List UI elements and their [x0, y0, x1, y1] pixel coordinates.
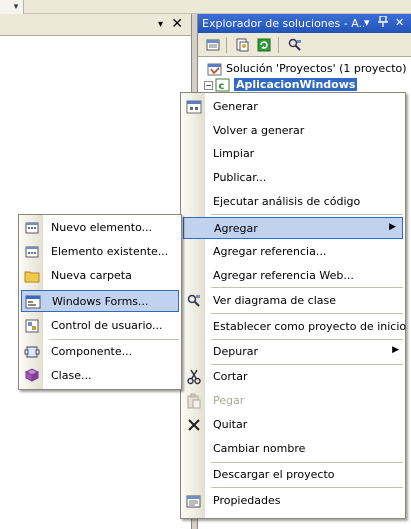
submenu-item-windows-forms[interactable]: Windows Forms... [21, 290, 179, 312]
class-diagram-icon [186, 293, 202, 309]
menu-item-label: Agregar referencia... [213, 245, 327, 258]
solution-explorer-title: Explorador de soluciones - A... [202, 17, 364, 30]
properties-icon [186, 493, 202, 509]
project-icon: c [215, 78, 231, 92]
menu-separator [211, 214, 403, 215]
panel-close-icon[interactable]: ✕ [171, 16, 183, 32]
toolbar-separator [278, 37, 279, 53]
menu-item-descargar-proyecto[interactable]: Descargar el proyecto [181, 464, 405, 486]
add-submenu: Nuevo elemento... Elemento existente... … [18, 214, 182, 390]
left-panel-header: ▾ ✕ [0, 14, 191, 36]
window-position-dropdown-icon[interactable]: ▾ [364, 16, 370, 29]
menu-separator [211, 364, 403, 365]
menu-item-label: Cambiar nombre [213, 442, 306, 455]
menu-item-pegar[interactable]: Pegar [181, 390, 405, 412]
menu-item-label: Nuevo elemento... [51, 221, 153, 234]
delete-x-icon [186, 417, 202, 433]
solution-icon [207, 62, 223, 76]
submenu-item-clase[interactable]: Clase... [19, 365, 181, 387]
project-context-menu: Generar Volver a generar Limpiar Publica… [180, 92, 406, 519]
tree-row-solution[interactable]: Solución 'Proyectos' (1 proyecto) [207, 62, 407, 78]
menu-separator [211, 339, 403, 340]
svg-text:c: c [219, 81, 225, 92]
view-class-diagram-icon[interactable] [287, 37, 303, 53]
solution-label: Solución 'Proyectos' (1 proyecto) [226, 62, 407, 75]
menu-item-label: Agregar [214, 222, 258, 235]
collapse-toggle-icon[interactable]: − [204, 80, 213, 90]
menu-separator [49, 339, 179, 340]
menu-separator [211, 487, 403, 488]
menu-item-agregar-referencia[interactable]: Agregar referencia... [181, 241, 405, 263]
menu-item-agregar-referencia-web[interactable]: Agregar referencia Web... [181, 265, 405, 287]
user-control-icon [24, 318, 40, 334]
panel-dropdown-icon[interactable]: ▾ [158, 19, 163, 30]
menu-item-label: Control de usuario... [51, 319, 163, 332]
menu-item-label: Elemento existente... [51, 245, 169, 258]
show-all-files-icon[interactable] [234, 37, 250, 53]
menu-item-propiedades[interactable]: Propiedades [181, 490, 405, 512]
top-toolbar-strip: ▾ [0, 0, 411, 14]
menu-item-limpiar[interactable]: Limpiar [181, 143, 405, 165]
menu-item-label: Propiedades [213, 494, 281, 507]
menu-item-label: Generar [213, 100, 258, 113]
solution-explorer-toolbar [198, 33, 411, 57]
class-icon [24, 368, 40, 384]
paste-icon [186, 393, 202, 409]
menu-separator [211, 313, 403, 314]
menu-item-label: Cortar [213, 370, 248, 383]
menu-item-label: Establecer como proyecto de inicio [213, 320, 407, 333]
menu-item-ejecutar-analisis[interactable]: Ejecutar análisis de código [181, 191, 405, 213]
menu-item-label: Limpiar [213, 147, 255, 160]
submenu-arrow-icon: ▶ [389, 222, 396, 232]
existing-item-icon [24, 244, 40, 260]
solution-explorer-title-bar: Explorador de soluciones - A... ▾ ✕ [198, 14, 411, 33]
new-item-icon [24, 220, 40, 236]
submenu-item-control-usuario[interactable]: Control de usuario... [19, 315, 181, 337]
menu-item-cortar[interactable]: Cortar [181, 366, 405, 388]
submenu-item-nueva-carpeta[interactable]: Nueva carpeta [19, 265, 181, 287]
windows-form-icon [25, 294, 41, 310]
submenu-arrow-icon: ▶ [392, 345, 399, 355]
menu-item-depurar[interactable]: Depurar ▶ [181, 341, 405, 363]
menu-item-publicar[interactable]: Publicar... [181, 167, 405, 189]
menu-item-quitar[interactable]: Quitar [181, 414, 405, 436]
toolbar-overflow-icon[interactable]: ▾ [10, 1, 22, 13]
menu-item-label: Quitar [213, 418, 248, 431]
folder-icon [24, 268, 40, 284]
auto-hide-pin-icon[interactable] [378, 15, 388, 30]
selected-project-label[interactable]: AplicacionWindows [234, 78, 358, 91]
menu-item-label: Descargar el proyecto [213, 468, 335, 481]
toolbar-separator [226, 37, 227, 53]
menu-item-generar[interactable]: Generar [181, 96, 405, 118]
menu-item-agregar[interactable]: Agregar ▶ [183, 217, 403, 239]
menu-item-label: Ver diagrama de clase [213, 294, 337, 307]
menu-item-label: Agregar referencia Web... [213, 269, 354, 282]
toolbar-grip[interactable]: ▾ [0, 0, 24, 14]
submenu-item-componente[interactable]: Componente... [19, 341, 181, 363]
menu-item-label: Clase... [51, 369, 92, 382]
menu-separator [211, 287, 403, 288]
menu-item-label: Ejecutar análisis de código [213, 195, 361, 208]
menu-separator [211, 462, 403, 463]
menu-item-label: Publicar... [213, 171, 267, 184]
refresh-icon[interactable] [256, 37, 272, 53]
component-icon [24, 344, 40, 360]
menu-item-label: Pegar [213, 394, 245, 407]
submenu-item-elemento-existente[interactable]: Elemento existente... [19, 241, 181, 263]
close-icon[interactable]: ✕ [395, 16, 404, 29]
menu-item-label: Depurar [213, 345, 258, 358]
submenu-item-nuevo-elemento[interactable]: Nuevo elemento... [19, 217, 181, 239]
menu-item-label: Volver a generar [213, 124, 305, 137]
menu-item-ver-diagrama[interactable]: Ver diagrama de clase [181, 290, 405, 312]
menu-item-label: Nueva carpeta [51, 269, 132, 282]
menu-item-label: Windows Forms... [52, 295, 149, 308]
menu-item-cambiar-nombre[interactable]: Cambiar nombre [181, 438, 405, 460]
menu-item-establecer-inicio[interactable]: Establecer como proyecto de inicio [181, 316, 407, 338]
menu-item-volver-a-generar[interactable]: Volver a generar [181, 120, 405, 142]
build-icon [186, 99, 202, 115]
scissors-icon [186, 369, 202, 385]
menu-item-label: Componente... [51, 345, 133, 358]
properties-toolbar-icon[interactable] [205, 37, 221, 53]
